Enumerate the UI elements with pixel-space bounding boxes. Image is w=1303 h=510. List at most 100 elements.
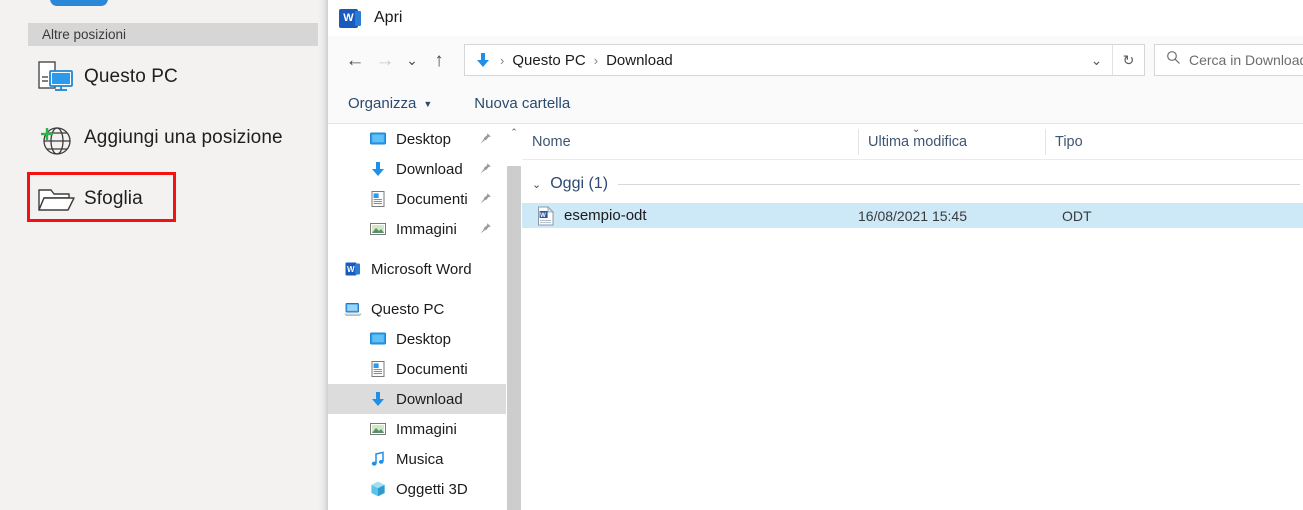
objects3d-icon (367, 478, 389, 500)
documents-icon (367, 358, 389, 380)
desktop-icon (367, 328, 389, 350)
tree-item-oggetti-3d[interactable]: Oggetti 3D (328, 474, 506, 504)
tree-item-download[interactable]: Download (328, 384, 506, 414)
tree-item-label: Desktop (396, 131, 451, 148)
navigation-bar: ← → ⌄ ↑ › Questo PC › Download ⌄ (328, 36, 1303, 84)
file-name: esempio-odt (564, 207, 647, 224)
place-item-aggiungi-posizione[interactable]: Aggiungi una posizione (28, 111, 318, 165)
file-type: ODT (1062, 208, 1092, 224)
search-input[interactable]: Cerca in Download (1154, 44, 1303, 76)
screenshot-root: Altre posizioni Questo PC (0, 0, 1303, 510)
tree-item-download-quick[interactable]: Download (328, 154, 506, 184)
group-rule (618, 184, 1300, 185)
tree-item-documenti[interactable]: Documenti (328, 354, 506, 384)
group-label: Oggi (1) (550, 175, 608, 193)
pin-icon[interactable] (479, 132, 492, 150)
tree-item-microsoft-word[interactable]: W Microsoft Word (328, 254, 506, 284)
download-icon (367, 158, 389, 180)
tree-item-label: Oggetti 3D (396, 481, 468, 498)
word-app-icon-letter: W (343, 13, 353, 24)
group-header-oggi[interactable]: ⌄ Oggi (1) (522, 170, 1303, 198)
add-place-globe-icon (28, 116, 84, 160)
word-icon: W (342, 258, 364, 280)
tree-item-label: Desktop (396, 331, 451, 348)
table-row[interactable]: W esempio-odt 16/08/2021 15:45 ODT (522, 203, 1303, 228)
tree-item-desktop-quick[interactable]: Desktop (328, 124, 506, 154)
recent-locations-chevron-down-icon[interactable]: ⌄ (400, 45, 424, 75)
place-item-sfoglia[interactable]: Sfoglia (28, 172, 318, 226)
tree-item-documenti-quick[interactable]: Documenti (328, 184, 506, 214)
dialog-titlebar: W Apri (328, 0, 1303, 36)
tree-item-label: Questo PC (371, 301, 444, 318)
tree-item-label: Download (396, 391, 463, 408)
column-headers: Nome ⌄ Ultima modifica Tipo (522, 124, 1303, 160)
tree-item-label: Immagini (396, 221, 457, 238)
breadcrumb-item-questo-pc[interactable]: Questo PC (512, 52, 585, 69)
refresh-icon[interactable]: ↻ (1113, 45, 1144, 75)
new-folder-button[interactable]: Nuova cartella (474, 84, 570, 124)
pictures-icon (367, 218, 389, 240)
header-rule (522, 159, 1303, 160)
tree-item-immagini[interactable]: Immagini (328, 414, 506, 444)
column-divider[interactable] (1045, 129, 1046, 155)
breadcrumb-separator: › (594, 53, 598, 68)
download-folder-icon (474, 51, 492, 69)
this-pc-icon (342, 298, 364, 320)
breadcrumb-item-download[interactable]: Download (606, 52, 673, 69)
place-label: Questo PC (84, 66, 178, 88)
pin-icon[interactable] (479, 162, 492, 180)
open-file-dialog: W Apri ← → ⌄ ↑ › Questo PC › (327, 0, 1303, 510)
chevron-down-icon[interactable]: ⌄ (532, 178, 541, 191)
back-icon[interactable]: ← (340, 45, 370, 75)
column-divider[interactable] (858, 129, 859, 155)
pictures-icon (367, 418, 389, 440)
onedrive-icon[interactable] (50, 0, 108, 6)
organize-label: Organizza (348, 95, 416, 112)
search-placeholder: Cerca in Download (1189, 52, 1303, 68)
other-locations-header: Altre posizioni (28, 23, 327, 46)
word-app-icon: W (339, 9, 358, 28)
pin-icon[interactable] (479, 222, 492, 240)
scrollbar-thumb[interactable] (507, 166, 521, 510)
desktop-icon (367, 128, 389, 150)
place-label: Aggiungi una posizione (84, 127, 283, 149)
word-document-icon: W (537, 206, 555, 226)
pin-icon[interactable] (479, 192, 492, 210)
place-label: Sfoglia (84, 188, 143, 210)
tree-item-label: Immagini (396, 421, 457, 438)
search-icon (1166, 50, 1181, 70)
address-bar[interactable]: › Questo PC › Download ⌄ ↻ (464, 44, 1145, 76)
column-header-type[interactable]: Tipo (1055, 124, 1083, 160)
tree-item-label: Musica (396, 451, 444, 468)
pane-edge-shadow (318, 0, 327, 510)
dialog-title: Apri (374, 9, 402, 27)
tree-spacer (328, 244, 506, 254)
organize-button[interactable]: Organizza ▼ (348, 84, 432, 124)
svg-text:W: W (347, 265, 355, 274)
tree-item-immagini-quick[interactable]: Immagini (328, 214, 506, 244)
tree-item-label: Documenti (396, 361, 468, 378)
forward-icon[interactable]: → (370, 45, 400, 75)
command-bar: Organizza ▼ Nuova cartella (328, 84, 1303, 124)
this-pc-icon (28, 55, 84, 99)
tree-scrollbar[interactable]: ⌃ (506, 124, 522, 510)
folder-open-icon (28, 177, 84, 221)
chevron-down-icon: ▼ (423, 99, 432, 109)
column-header-modified[interactable]: Ultima modifica (868, 124, 967, 160)
svg-text:W: W (540, 212, 546, 218)
tree-item-label: Microsoft Word (371, 261, 472, 278)
file-list: Nome ⌄ Ultima modifica Tipo ⌄ Oggi (1) (522, 124, 1303, 510)
place-item-questo-pc[interactable]: Questo PC (28, 50, 318, 104)
tree-item-label: Documenti (396, 191, 468, 208)
scroll-up-icon[interactable]: ⌃ (506, 124, 522, 141)
address-history-chevron-down-icon[interactable]: ⌄ (1081, 45, 1112, 75)
tree-item-musica[interactable]: Musica (328, 444, 506, 474)
up-one-level-icon[interactable]: ↑ (424, 45, 454, 75)
tree-item-questo-pc[interactable]: Questo PC (328, 294, 506, 324)
column-header-name[interactable]: Nome (532, 124, 571, 160)
download-icon (367, 388, 389, 410)
tree-item-desktop[interactable]: Desktop (328, 324, 506, 354)
tree-item-label: Download (396, 161, 463, 178)
breadcrumb[interactable]: › Questo PC › Download (465, 51, 1081, 69)
backstage-open-pane: Altre posizioni Questo PC (0, 0, 327, 510)
